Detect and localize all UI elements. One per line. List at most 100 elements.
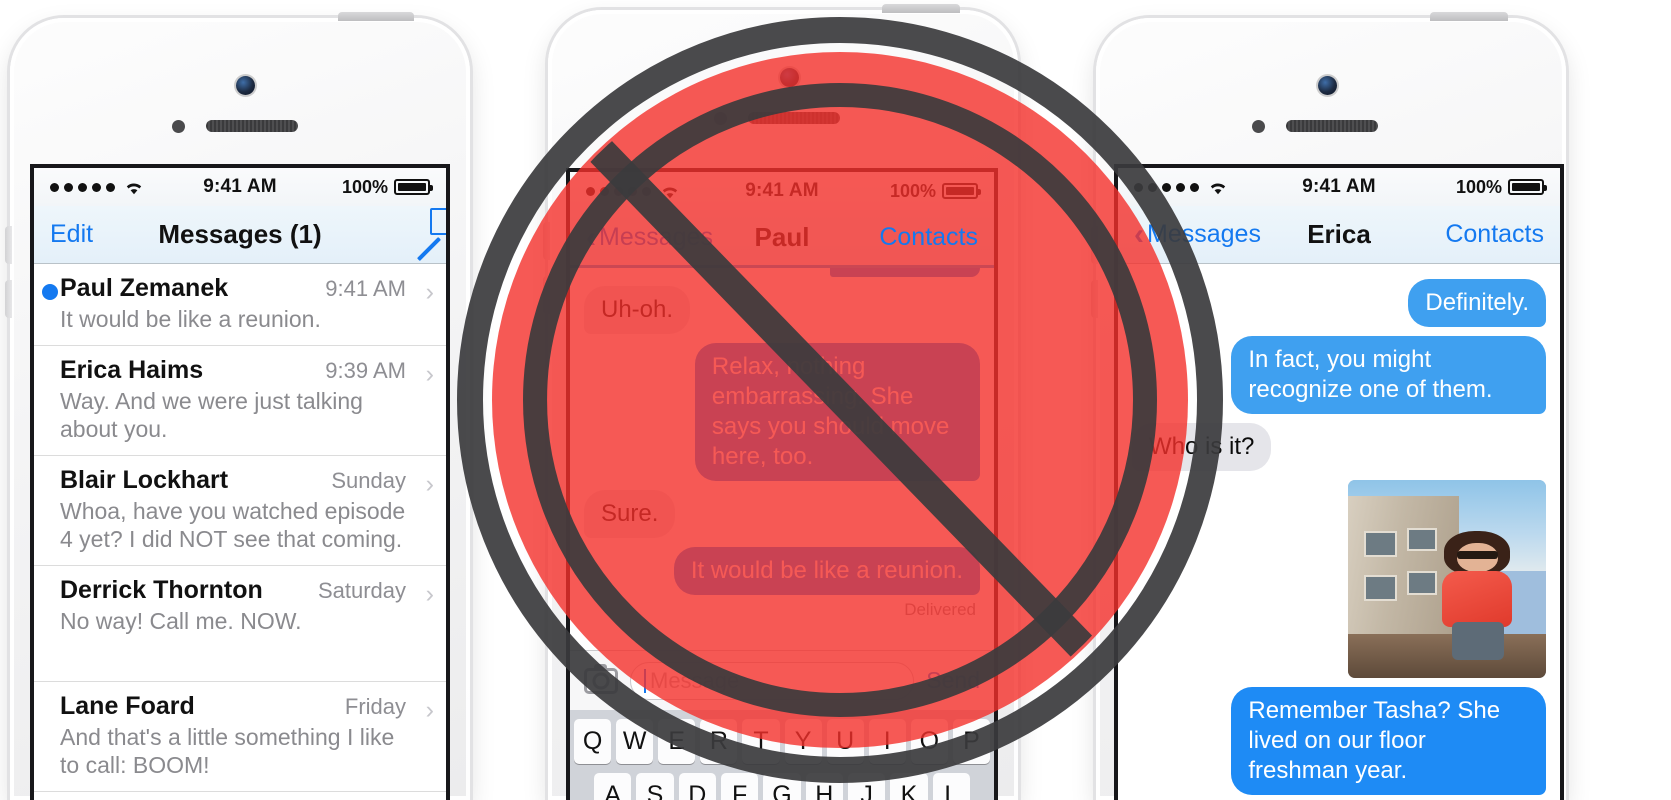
chevron-right-icon: › [425,580,434,609]
message-bubble[interactable]: Relax, nothing embarrassing. She says yo… [694,343,987,481]
message-thread: Definitely. In fact, you might recognize… [1118,264,1560,800]
key-q[interactable]: Q [574,719,612,764]
message-row: Who is it? [1125,423,1546,471]
timestamp: 9:41 AM [325,276,406,301]
message-row: Uh-oh. [577,286,980,334]
key-d[interactable]: D [678,773,716,800]
status-time: 9:41 AM [745,180,819,201]
back-to-messages-button[interactable]: ‹ Messages [586,220,713,254]
message-bubble-clipped[interactable] [830,261,986,277]
nav-bar: Edit Messages (1) [34,206,446,264]
message-bubble[interactable]: In fact, you might recognize one of them… [1231,336,1552,414]
conversation-list: Paul Zemanek 9:41 AM It would be like a … [34,264,446,793]
list-item[interactable]: Erica Haims 9:39 AM Way. And we were jus… [34,346,446,457]
key-o[interactable]: O [910,719,948,764]
status-bar: 9:41 AM 100% [570,172,994,210]
message-row [584,261,986,277]
list-item[interactable]: Blair Lockhart Sunday Whoa, have you wat… [34,456,446,567]
message-bubble[interactable]: Who is it? [1125,423,1272,471]
power-button[interactable] [882,4,960,13]
message-bubble[interactable]: Definitely. [1408,279,1552,327]
nav-bar: ‹ Messages Paul Contacts [570,210,994,268]
chevron-right-icon: › [425,360,434,389]
keyboard-row: Q W E R T Y U I O P [574,719,990,764]
screen-right: 9:41 AM 100% ‹ Messages Erica Contacts D… [1114,164,1564,800]
status-bar: 9:41 AM 100% [1118,168,1560,206]
front-camera-icon [780,68,799,87]
battery-icon [394,179,433,195]
status-time: 9:41 AM [1302,176,1376,197]
key-k[interactable]: K [890,773,928,800]
message-input-bar: Message Send [570,650,994,710]
key-r[interactable]: R [700,719,738,764]
key-y[interactable]: Y [784,719,822,764]
contact-name: Blair Lockhart [60,466,229,495]
key-g[interactable]: G [763,773,801,800]
message-preview: Way. And we were just talking about you. [60,388,363,443]
message-bubble[interactable]: Uh-oh. [577,286,691,334]
phone-left: 9:41 AM 100% Edit Messages (1) Paul Zema… [5,12,470,800]
keyboard-row: A S D F G H J K L [574,773,990,800]
volume-button[interactable] [5,226,12,264]
screen-left: 9:41 AM 100% Edit Messages (1) Paul Zema… [30,164,450,800]
message-bubble[interactable]: Sure. [577,490,676,538]
volume-button[interactable] [543,276,550,314]
key-t[interactable]: T [742,719,780,764]
timestamp: Saturday [317,578,406,604]
key-h[interactable]: H [805,773,843,800]
key-e[interactable]: E [658,719,696,764]
key-a[interactable]: A [594,773,632,800]
contacts-button-label: Contacts [879,223,978,251]
volume-button[interactable] [543,222,550,260]
key-f[interactable]: F [721,773,759,800]
list-item[interactable]: Paul Zemanek 9:41 AM It would be like a … [34,264,446,347]
key-w[interactable]: W [616,719,654,764]
message-row: Remember Tasha? She lived on our floor f… [1132,687,1552,795]
message-row: Sure. [577,490,980,538]
proximity-sensor-icon [172,120,185,133]
message-thread: Uh-oh. Relax, nothing embarrassing. She … [570,261,994,620]
chevron-left-icon: ‹ [586,220,596,254]
message-row: It would be like a reunion. [584,547,987,595]
list-item[interactable]: Lane Foard Friday And that's a little so… [34,682,446,793]
status-bar: 9:41 AM 100% [34,168,446,206]
status-time: 9:41 AM [203,176,277,197]
text-caret-icon [644,668,646,693]
back-button-label: Messages [599,223,713,251]
proximity-sensor-icon [714,112,727,125]
phone-middle: 9:41 AM 100% ‹ Messages Paul Contacts Uh… [543,4,1018,800]
key-s[interactable]: S [636,773,674,800]
earpiece-speaker-icon [206,120,298,132]
key-j[interactable]: J [847,773,886,800]
message-input[interactable]: Message [630,661,915,700]
contacts-button[interactable]: Contacts [1445,220,1544,249]
power-button[interactable] [338,12,414,21]
key-p[interactable]: P [952,719,990,764]
edit-button[interactable]: Edit [50,220,93,249]
camera-icon[interactable] [584,663,618,694]
front-camera-icon [236,76,255,95]
woman-on-bicycle-photo[interactable] [1348,480,1546,678]
volume-button[interactable] [1091,226,1098,264]
message-bubble[interactable]: It would be like a reunion. [673,547,987,595]
screenshot-stage: 9:41 AM 100% Edit Messages (1) Paul Zema… [0,0,1671,800]
send-button[interactable]: Send [926,667,980,694]
key-i[interactable]: I [868,719,906,764]
message-row: Relax, nothing embarrassing. She says yo… [584,343,987,481]
earpiece-speaker-icon [748,112,840,124]
battery-icon [942,183,981,199]
message-bubble[interactable]: Remember Tasha? She lived on our floor f… [1231,687,1552,795]
key-u[interactable]: U [826,719,864,764]
message-row [1132,480,1546,678]
back-button-label: Messages [1147,220,1261,248]
contact-name: Derrick Thornton [60,576,263,605]
key-l[interactable]: L [932,773,970,800]
volume-button[interactable] [1091,280,1098,318]
back-to-messages-button[interactable]: ‹ Messages [1134,219,1261,250]
chevron-right-icon: › [425,278,434,306]
volume-button[interactable] [5,280,12,318]
power-button[interactable] [1430,12,1508,21]
contacts-button[interactable]: Contacts [879,223,978,252]
message-row: Definitely. [1132,279,1552,327]
list-item[interactable]: Derrick Thornton Saturday No way! Call m… [34,566,446,683]
